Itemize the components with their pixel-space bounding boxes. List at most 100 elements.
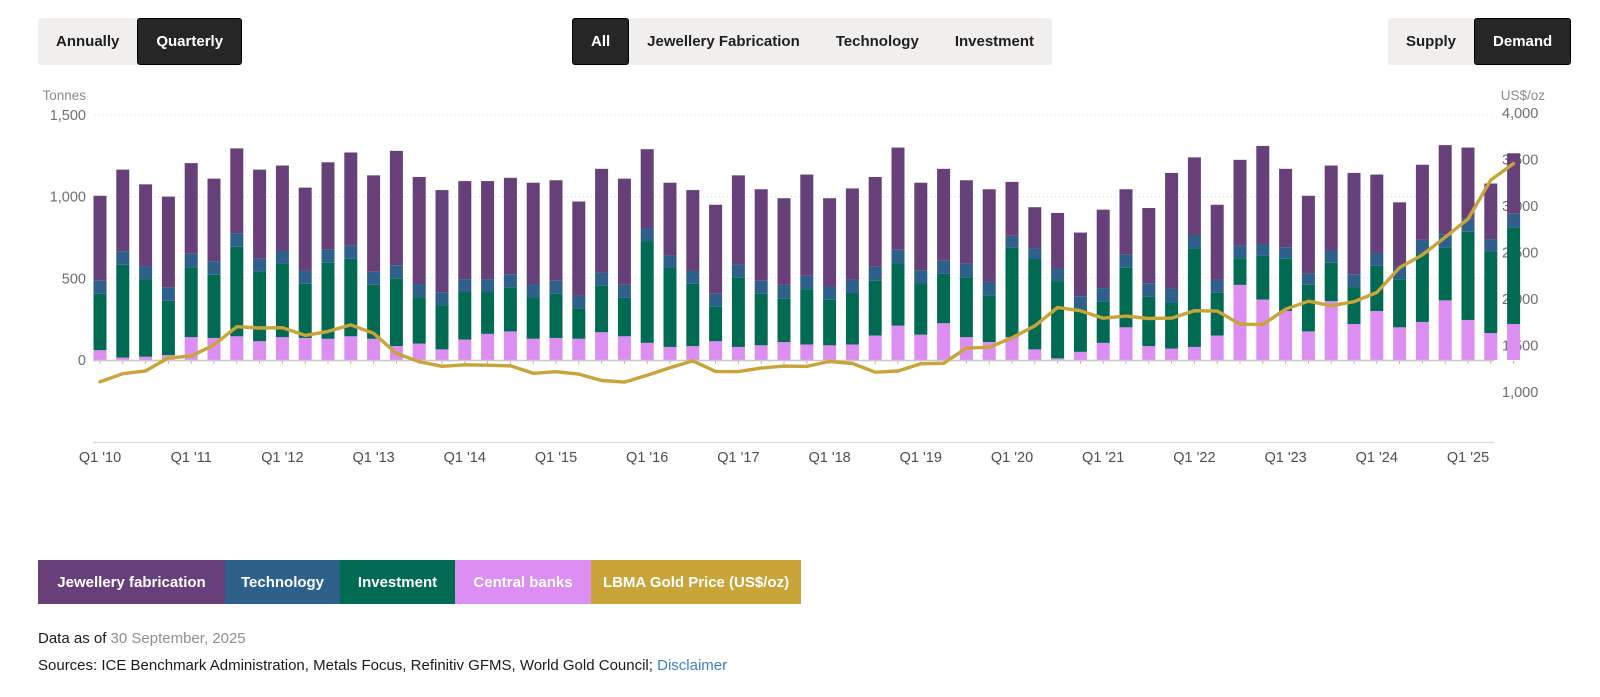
bar-segment — [390, 265, 403, 278]
data-as-of-prefix: Data as of — [38, 630, 111, 647]
bar-segment — [800, 276, 813, 290]
bar-segment — [436, 305, 449, 349]
bar-segment — [869, 267, 882, 281]
bar-segment — [1142, 208, 1155, 283]
bar-segment — [481, 334, 494, 360]
category-investment-button[interactable]: Investment — [937, 18, 1052, 65]
bar-segment — [1302, 331, 1315, 360]
bar-segment — [1165, 173, 1178, 289]
x-axis-label: Q1 '12 — [261, 450, 303, 466]
bar-segment — [755, 294, 768, 345]
bar-segment — [664, 347, 677, 360]
bar-segment — [1097, 301, 1110, 343]
bar-segment — [664, 255, 677, 268]
left-axis-tick: 1,000 — [50, 190, 86, 206]
bar-segment — [230, 233, 243, 246]
bar-segment — [550, 294, 563, 338]
bar-segment — [732, 347, 745, 360]
bar-segment — [686, 271, 699, 284]
bar-segment — [299, 271, 312, 284]
bar-segment — [94, 294, 107, 350]
bar-segment — [185, 254, 198, 267]
bar-segment — [276, 166, 289, 251]
bar-segment — [1484, 252, 1497, 333]
bar-segment — [778, 285, 791, 298]
bar-segment — [1234, 258, 1247, 285]
bar-segment — [800, 289, 813, 344]
disclaimer-link[interactable]: Disclaimer — [657, 657, 727, 674]
sources-text: Sources: ICE Benchmark Administration, M… — [38, 657, 653, 674]
bar-segment — [641, 149, 654, 228]
x-axis-label: Q1 '19 — [900, 450, 942, 466]
quarterly-button[interactable]: Quarterly — [137, 18, 242, 65]
bar-segment — [1074, 352, 1087, 360]
bar-segment — [709, 294, 722, 307]
bar-segment — [413, 297, 426, 344]
bar-segment — [572, 308, 585, 338]
legend-jewellery-fabrication[interactable]: Jewellery fabrication — [38, 560, 225, 604]
bar-segment — [732, 175, 745, 264]
bar-segment — [390, 151, 403, 265]
bar-segment — [1211, 335, 1224, 360]
bar-segment — [686, 190, 699, 271]
legend-lbma-gold-price[interactable]: LBMA Gold Price (US$/oz) — [591, 560, 801, 604]
bar-segment — [436, 190, 449, 292]
bar-segment — [914, 284, 927, 335]
x-axis-label: Q1 '20 — [991, 450, 1033, 466]
bar-segment — [1439, 300, 1452, 360]
bar-segment — [800, 344, 813, 360]
bar-segment — [1370, 311, 1383, 360]
bar-segment — [595, 273, 608, 286]
category-all-button[interactable]: All — [572, 18, 629, 65]
bar-segment — [732, 277, 745, 347]
bar-segment — [1051, 281, 1064, 358]
bar-segment — [1279, 311, 1292, 360]
bar-segment — [1006, 182, 1019, 236]
bar-segment — [1097, 343, 1110, 360]
bar-segment — [1006, 248, 1019, 337]
demand-button[interactable]: Demand — [1474, 18, 1571, 65]
bar-segment — [778, 298, 791, 342]
bar-segment — [1484, 184, 1497, 240]
legend-technology[interactable]: Technology — [225, 560, 340, 604]
x-axis-label: Q1 '14 — [444, 450, 486, 466]
bar-segment — [367, 175, 380, 271]
bar-segment — [1165, 303, 1178, 349]
bar-segment — [1393, 202, 1406, 266]
bar-segment — [1393, 279, 1406, 327]
bar-segment — [1325, 166, 1338, 251]
bar-segment — [732, 264, 745, 277]
bar-segment — [550, 338, 563, 360]
x-axis-label: Q1 '24 — [1356, 450, 1398, 466]
bar-segment — [914, 335, 927, 360]
category-jewellery-button[interactable]: Jewellery Fabrication — [629, 18, 818, 65]
bar-segment — [572, 202, 585, 296]
bar-segment — [869, 281, 882, 336]
legend-investment[interactable]: Investment — [340, 560, 455, 604]
left-axis-title: Tonnes — [42, 88, 86, 103]
bar-segment — [1256, 244, 1269, 256]
legend-central-banks[interactable]: Central banks — [455, 560, 591, 604]
supply-button[interactable]: Supply — [1388, 18, 1474, 65]
data-as-of: Data as of 30 September, 2025 — [38, 630, 246, 647]
bar-segment — [983, 189, 996, 281]
bar-segment — [413, 177, 426, 284]
bar-segment — [1393, 327, 1406, 360]
bar-segment — [162, 197, 175, 288]
bar-segment — [595, 169, 608, 273]
bar-segment — [276, 251, 289, 264]
category-technology-button[interactable]: Technology — [818, 18, 937, 65]
flow-toggle-group: Supply Demand — [1388, 18, 1571, 65]
x-axis-label: Q1 '23 — [1264, 450, 1306, 466]
demand-chart: TonnesUS$/oz1,5001,00050004,0003,5003,00… — [0, 78, 1600, 478]
annually-button[interactable]: Annually — [38, 18, 137, 65]
bar-segment — [1325, 251, 1338, 263]
bar-segment — [1370, 253, 1383, 266]
bar-segment — [914, 183, 927, 270]
bar-segment — [937, 274, 950, 323]
bar-segment — [1142, 297, 1155, 346]
bar-segment — [299, 188, 312, 271]
bar-segment — [1462, 320, 1475, 360]
bar-segment — [1325, 263, 1338, 301]
bar-segment — [1211, 205, 1224, 280]
